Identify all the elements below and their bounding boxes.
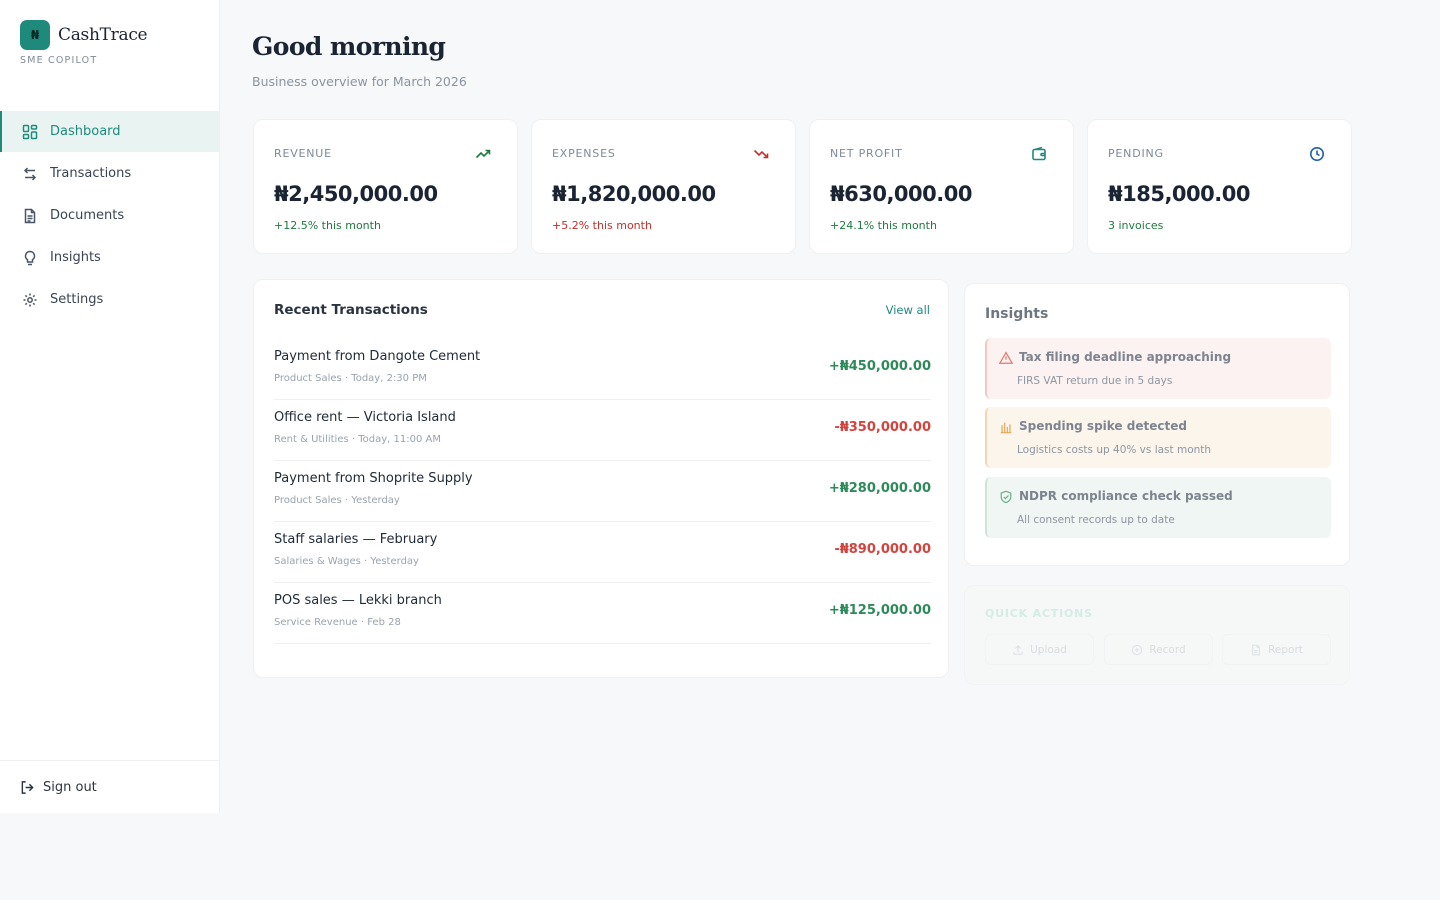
insight-title: NDPR compliance check passed — [1019, 489, 1233, 503]
bar-chart-icon — [1000, 422, 1012, 434]
document-icon — [24, 208, 36, 223]
upload-icon — [1013, 644, 1023, 655]
sign-out-icon — [21, 780, 34, 794]
record-label: Record — [1149, 643, 1186, 656]
kpi-card-pending[interactable]: PENDING ₦185,000.00 3 invoices — [1087, 119, 1352, 254]
report-icon — [1252, 644, 1260, 655]
report-label: Report — [1268, 643, 1303, 656]
kpi-label: NET PROFIT — [830, 147, 903, 160]
brand[interactable]: ₦ CashTrace — [20, 20, 148, 50]
upload-label: Upload — [1030, 643, 1067, 656]
kpi-label: REVENUE — [274, 147, 332, 160]
insight-card-ndpr-compliance[interactable]: NDPR compliance check passed All consent… — [985, 477, 1331, 538]
sidebar-item-documents[interactable]: Documents — [0, 195, 219, 236]
kpi-delta: +5.2% this month — [552, 219, 652, 232]
transaction-row[interactable]: Office rent — Victoria Island Rent & Uti… — [274, 400, 931, 461]
logo-icon: ₦ — [20, 20, 50, 50]
sidebar-item-label: Insights — [50, 250, 101, 265]
kpi-delta: +24.1% this month — [830, 219, 937, 232]
page-title: Good morning — [252, 32, 446, 61]
transaction-row[interactable]: Staff salaries — February Salaries & Wag… — [274, 522, 931, 583]
insights-title: Insights — [985, 306, 1049, 322]
clock-icon — [1310, 147, 1324, 161]
page-subtitle: Business overview for March 2026 — [252, 74, 467, 89]
transaction-name: Payment from Shoprite Supply — [274, 471, 473, 486]
trending-up-icon — [475, 149, 491, 159]
plus-circle-icon — [1132, 644, 1143, 655]
recent-transactions-title: Recent Transactions — [274, 302, 428, 318]
kpi-value: ₦2,450,000.00 — [274, 182, 438, 206]
brand-tagline: SME COPILOT — [20, 55, 98, 66]
insight-card-spending-spike[interactable]: Spending spike detected Logistics costs … — [985, 407, 1331, 468]
sidebar-nav: Dashboard Transactions Documents Insight… — [0, 111, 219, 321]
trending-down-icon — [753, 149, 769, 159]
transaction-name: Office rent — Victoria Island — [274, 410, 456, 425]
kpi-delta: 3 invoices — [1108, 219, 1164, 232]
transaction-name: POS sales — Lekki branch — [274, 593, 442, 608]
kpi-label: EXPENSES — [552, 147, 616, 160]
insight-card-tax-deadline[interactable]: Tax filing deadline approaching FIRS VAT… — [985, 338, 1331, 399]
sidebar-item-label: Documents — [50, 208, 125, 223]
insight-detail: All consent records up to date — [1017, 514, 1175, 526]
wallet-icon — [1032, 146, 1046, 161]
arrows-swap-icon — [23, 166, 37, 181]
transaction-meta: Product Sales · Today, 2:30 PM — [274, 373, 427, 384]
transaction-row[interactable]: Payment from Dangote Cement Product Sale… — [274, 339, 931, 400]
kpi-value: ₦630,000.00 — [830, 182, 972, 206]
sidebar-item-dashboard[interactable]: Dashboard — [0, 111, 219, 152]
transaction-amount: -₦890,000.00 — [834, 542, 931, 557]
kpi-card-expenses[interactable]: EXPENSES ₦1,820,000.00 +5.2% this month — [531, 119, 796, 254]
dashboard-grid-icon — [22, 124, 38, 139]
sign-out-label: Sign out — [43, 779, 97, 795]
upload-button[interactable]: Upload — [985, 634, 1094, 665]
view-all-link[interactable]: View all — [886, 303, 930, 317]
transaction-meta: Service Revenue · Feb 28 — [274, 617, 401, 628]
transaction-meta: Salaries & Wages · Yesterday — [274, 556, 419, 567]
insight-detail: Logistics costs up 40% vs last month — [1017, 444, 1212, 456]
sidebar-item-transactions[interactable]: Transactions — [0, 153, 219, 194]
insight-title: Tax filing deadline approaching — [1019, 350, 1232, 364]
transactions-list: Payment from Dangote Cement Product Sale… — [274, 339, 931, 644]
transaction-row[interactable]: Payment from Shoprite Supply Product Sal… — [274, 461, 931, 522]
warning-triangle-icon — [999, 351, 1013, 364]
kpi-card-net-profit[interactable]: NET PROFIT ₦630,000.00 +24.1% this month — [809, 119, 1074, 254]
quick-actions-panel: QUICK ACTIONS Upload Record Report — [964, 585, 1350, 685]
transaction-name: Payment from Dangote Cement — [274, 349, 481, 364]
sidebar-item-label: Transactions — [50, 166, 132, 181]
kpi-card-revenue[interactable]: REVENUE ₦2,450,000.00 +12.5% this month — [253, 119, 518, 254]
sidebar-item-insights[interactable]: Insights — [0, 237, 219, 278]
transaction-row[interactable]: POS sales — Lekki branch Service Revenue… — [274, 583, 931, 644]
insight-title: Spending spike detected — [1019, 419, 1187, 433]
transaction-amount: +₦125,000.00 — [828, 603, 931, 618]
transaction-amount: +₦450,000.00 — [828, 359, 931, 374]
transaction-meta: Rent & Utilities · Today, 11:00 AM — [274, 434, 441, 445]
transaction-name: Staff salaries — February — [274, 532, 438, 547]
report-button[interactable]: Report — [1222, 634, 1331, 665]
quick-actions-title: QUICK ACTIONS — [985, 607, 1093, 620]
brand-name: CashTrace — [58, 25, 148, 45]
kpi-label: PENDING — [1108, 147, 1164, 160]
kpi-delta: +12.5% this month — [274, 219, 381, 232]
sidebar: ₦ CashTrace SME COPILOT Dashboard Transa… — [0, 0, 220, 813]
kpi-value: ₦185,000.00 — [1108, 182, 1250, 206]
insight-detail: FIRS VAT return due in 5 days — [1017, 375, 1173, 387]
transaction-amount: +₦280,000.00 — [828, 481, 931, 496]
gear-icon — [23, 293, 37, 306]
record-button[interactable]: Record — [1104, 634, 1213, 665]
kpi-value: ₦1,820,000.00 — [552, 182, 716, 206]
sidebar-item-label: Dashboard — [50, 124, 121, 139]
sidebar-item-settings[interactable]: Settings — [0, 279, 219, 320]
sidebar-item-label: Settings — [50, 292, 104, 307]
lightbulb-icon — [24, 250, 36, 265]
recent-transactions-panel: Recent Transactions View all Payment fro… — [253, 279, 949, 678]
shield-check-icon — [1000, 490, 1012, 504]
transaction-amount: -₦350,000.00 — [834, 420, 931, 435]
transaction-meta: Product Sales · Yesterday — [274, 495, 400, 506]
sign-out-button[interactable]: Sign out — [0, 760, 219, 813]
insights-panel: Insights Tax filing deadline approaching… — [964, 283, 1350, 566]
